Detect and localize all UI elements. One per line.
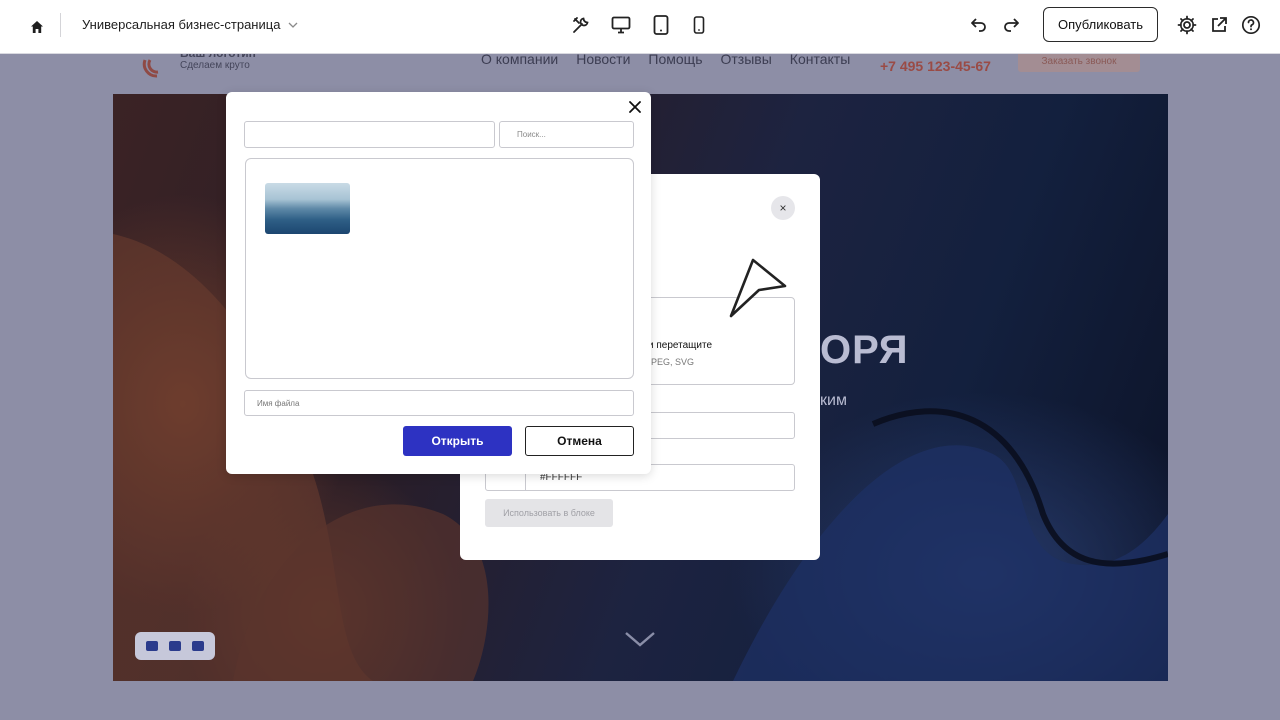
tools-icon[interactable]: [569, 13, 593, 37]
settings-icon[interactable]: [1174, 12, 1200, 38]
site-phone[interactable]: +7 495 123-45-67: [880, 58, 991, 74]
image-thumbnail[interactable]: [265, 183, 350, 234]
home-icon[interactable]: [24, 14, 50, 40]
open-button[interactable]: Открыть: [403, 426, 512, 456]
search-input[interactable]: [499, 121, 634, 148]
hero-title: ОРЯ: [820, 328, 909, 372]
external-link-icon[interactable]: [1206, 12, 1232, 38]
help-icon[interactable]: [1238, 12, 1264, 38]
hero-media-switcher[interactable]: [135, 632, 215, 660]
hero-subtitle: ким: [820, 392, 847, 409]
publish-button[interactable]: Опубликовать: [1043, 7, 1158, 42]
toolbar-divider: [60, 13, 61, 37]
image-icon[interactable]: [146, 641, 159, 651]
upload-hint: PEG, SVG: [651, 357, 695, 367]
close-icon[interactable]: ×: [771, 196, 795, 220]
upload-text: и перетащите: [648, 340, 713, 351]
mobile-icon[interactable]: [687, 13, 711, 37]
page-name[interactable]: Универсальная бизнес-страница: [82, 17, 280, 32]
tablet-icon[interactable]: [649, 13, 673, 37]
editor-toolbar: Универсальная бизнес-страница Опубликова…: [0, 0, 1280, 54]
desktop-icon[interactable]: [609, 13, 633, 37]
gif-icon[interactable]: [168, 641, 181, 651]
scroll-down-icon[interactable]: [624, 630, 656, 648]
undo-icon[interactable]: [967, 13, 991, 37]
video-icon[interactable]: [191, 641, 204, 651]
folder-path-field[interactable]: [244, 121, 495, 148]
logo-icon: [142, 56, 164, 78]
use-in-block-button[interactable]: Использовать в блоке: [485, 499, 613, 527]
chevron-down-icon[interactable]: [286, 16, 300, 34]
redo-icon[interactable]: [999, 13, 1023, 37]
close-icon[interactable]: [626, 98, 644, 116]
cancel-button[interactable]: Отмена: [525, 426, 634, 456]
filename-input[interactable]: [244, 390, 634, 416]
logo-subtitle: Сделаем круто: [180, 60, 250, 71]
cursor-arrow-icon: [725, 256, 791, 322]
